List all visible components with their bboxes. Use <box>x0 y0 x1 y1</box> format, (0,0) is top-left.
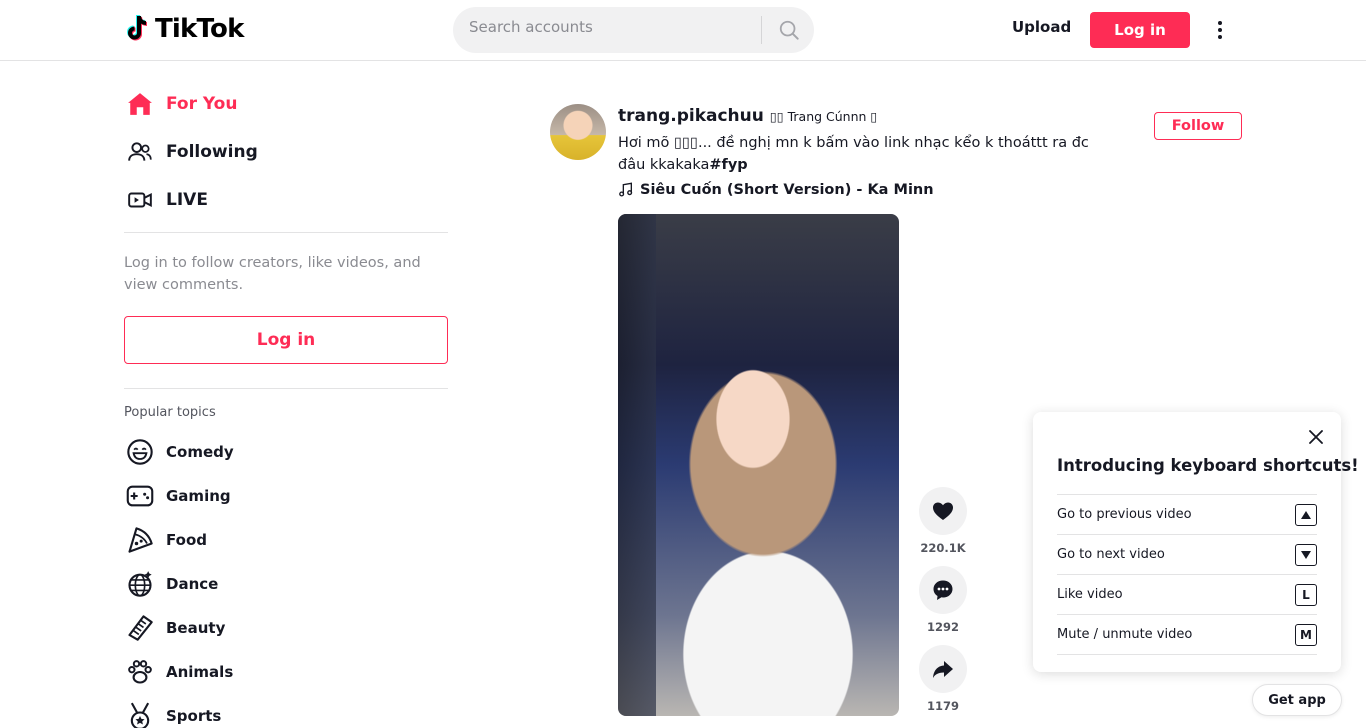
topic-gaming[interactable]: Gaming <box>124 474 448 518</box>
nav-label: For You <box>166 94 238 114</box>
search-bar <box>453 7 814 53</box>
topic-label: Dance <box>166 575 219 593</box>
video-player[interactable] <box>618 214 899 716</box>
like-button[interactable] <box>919 487 967 535</box>
topic-label: Beauty <box>166 619 226 637</box>
like-count: 220.1K <box>920 541 966 555</box>
popular-topics-heading: Popular topics <box>124 405 216 420</box>
sidebar-login-button[interactable]: Log in <box>124 316 448 364</box>
comment-action: 1292 <box>919 566 967 634</box>
caption-text: Hơi mõ ▯▯▯... đề nghị mn k bấm vào link … <box>618 135 1089 173</box>
tiktok-note-icon <box>127 14 148 41</box>
shortcut-label: Go to previous video <box>1057 507 1192 522</box>
topic-comedy[interactable]: Comedy <box>124 430 448 474</box>
topic-animals[interactable]: Animals <box>124 650 448 694</box>
comment-bubble-icon <box>933 580 953 600</box>
l-key: L <box>1295 583 1317 606</box>
header-login-button[interactable]: Log in <box>1090 12 1190 48</box>
shortcut-row: Go to previous video <box>1057 495 1317 535</box>
comment-count: 1292 <box>926 620 959 634</box>
vertical-dots-icon <box>1218 21 1222 39</box>
m-key: M <box>1295 623 1317 646</box>
search-input[interactable] <box>469 18 749 36</box>
sidebar-divider <box>124 388 448 389</box>
author-nickname: ▯▯ Trang Cúnnn ▯ <box>769 109 878 124</box>
topic-label: Food <box>166 531 207 549</box>
shortcut-row: Go to next video <box>1057 535 1317 575</box>
logo-wordmark: TikTok <box>155 14 244 44</box>
author-username[interactable]: trang.pikachuu <box>618 106 764 126</box>
comment-button[interactable] <box>919 566 967 614</box>
gamepad-icon <box>125 481 155 511</box>
close-icon <box>1309 430 1323 444</box>
shortcut-label: Like video <box>1057 587 1123 602</box>
nav-label: Following <box>166 142 258 162</box>
sidebar: For You Following LIVE Log in to follow … <box>124 80 448 728</box>
topic-dance[interactable]: Dance <box>124 562 448 606</box>
author-info[interactable]: trang.pikachuu ▯▯ Trang Cúnnn ▯ <box>618 106 877 126</box>
search-divider <box>761 16 762 44</box>
topic-label: Comedy <box>166 443 234 461</box>
smile-icon <box>125 437 155 467</box>
upload-link[interactable]: Upload <box>1012 18 1071 36</box>
share-count: 1179 <box>926 699 959 713</box>
shortcut-label: Mute / unmute video <box>1057 627 1193 642</box>
like-action: 220.1K <box>919 487 967 555</box>
topic-label: Animals <box>166 663 234 681</box>
share-button[interactable] <box>919 645 967 693</box>
video-caption: Hơi mõ ▯▯▯... đề nghị mn k bấm vào link … <box>618 132 1118 176</box>
keyboard-shortcuts-popup: Introducing keyboard shortcuts! Go to pr… <box>1033 412 1359 672</box>
paw-icon <box>125 657 155 687</box>
follow-button[interactable]: Follow <box>1154 112 1242 140</box>
login-prompt-text: Log in to follow creators, like videos, … <box>124 255 421 293</box>
home-icon <box>126 90 154 118</box>
popup-title: Introducing keyboard shortcuts! <box>1057 456 1359 475</box>
shortcut-row: Like video L <box>1057 575 1317 615</box>
nav-following[interactable]: Following <box>124 128 448 176</box>
topic-beauty[interactable]: Beauty <box>124 606 448 650</box>
sidebar-divider <box>124 232 448 233</box>
shortcut-label: Go to next video <box>1057 547 1165 562</box>
heart-icon <box>933 502 953 520</box>
more-menu-button[interactable] <box>1208 16 1232 44</box>
top-header: TikTok Upload Log in <box>0 0 1366 61</box>
close-button[interactable] <box>1305 426 1327 448</box>
pizza-icon <box>125 525 155 555</box>
comb-icon <box>125 613 155 643</box>
medal-icon <box>125 701 155 728</box>
topic-label: Sports <box>166 707 222 725</box>
get-app-button[interactable]: Get app <box>1252 684 1342 716</box>
shortcut-row: Mute / unmute video M <box>1057 615 1317 655</box>
search-button[interactable] <box>771 16 807 44</box>
tiktok-logo[interactable]: TikTok <box>127 14 244 44</box>
author-avatar[interactable] <box>550 104 606 160</box>
music-note-icon <box>619 182 633 197</box>
nav-label: LIVE <box>166 190 208 210</box>
share-arrow-icon <box>933 661 953 678</box>
hashtag-link[interactable]: #fyp <box>709 157 747 173</box>
search-icon <box>779 20 799 40</box>
disco-ball-icon <box>125 569 155 599</box>
video-background-building <box>618 214 656 716</box>
down-arrow-key-icon <box>1295 543 1317 566</box>
share-action: 1179 <box>919 645 967 713</box>
topic-food[interactable]: Food <box>124 518 448 562</box>
people-icon <box>126 138 154 166</box>
nav-for-you[interactable]: For You <box>124 80 448 128</box>
shortcut-list: Go to previous video Go to next video Li… <box>1057 494 1317 655</box>
music-link[interactable]: Siêu Cuốn (Short Version) - Ka Minn <box>618 182 934 198</box>
music-title: Siêu Cuốn (Short Version) - Ka Minn <box>640 182 934 198</box>
topic-sports[interactable]: Sports <box>124 694 448 728</box>
live-icon <box>126 186 154 214</box>
topic-label: Gaming <box>166 487 231 505</box>
up-arrow-key-icon <box>1295 503 1317 526</box>
nav-live[interactable]: LIVE <box>124 176 448 224</box>
